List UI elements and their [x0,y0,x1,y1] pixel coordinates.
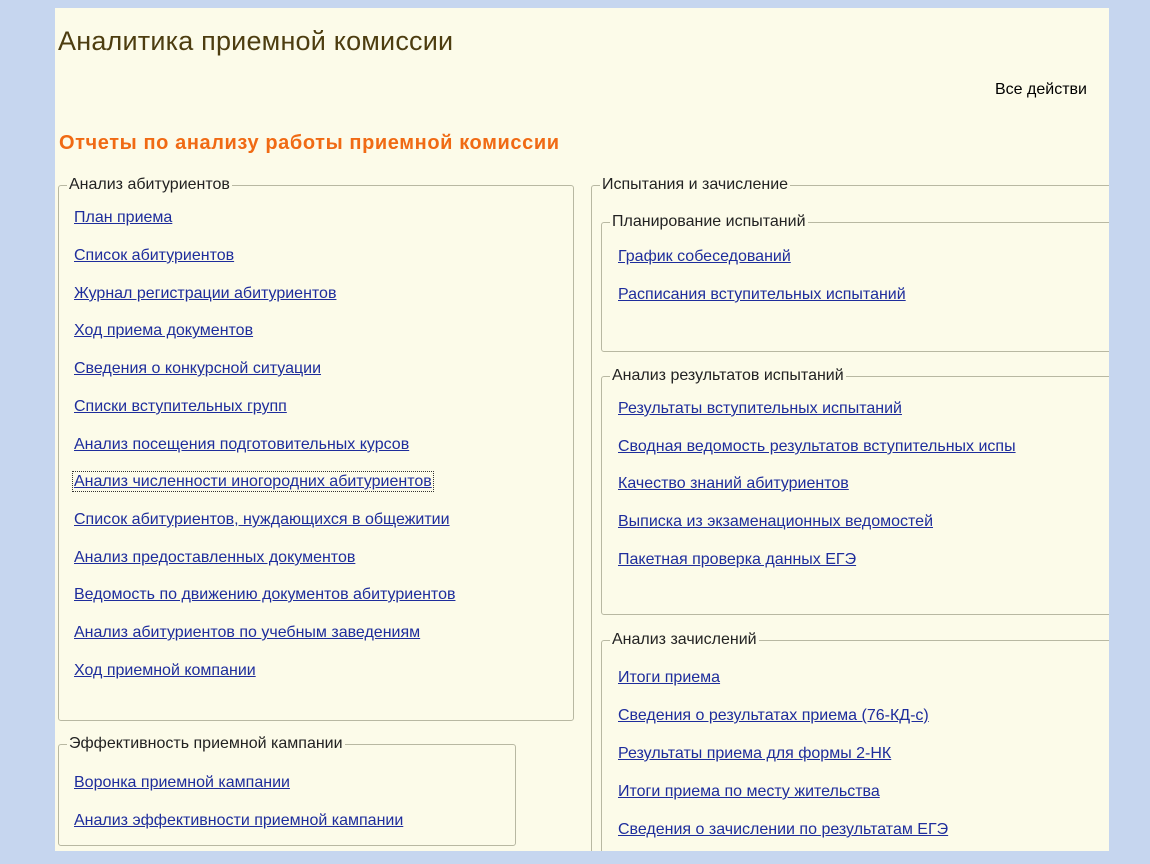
group-title: Анализ зачислений [610,631,759,649]
link-campaign-progress[interactable]: Ход приемной компании [74,662,256,679]
report-panel: Аналитика приемной комиссии Все действи … [55,8,1109,851]
link-dormitory[interactable]: Список абитуриентов, нуждающихся в общеж… [74,511,450,528]
link-efficiency-analysis[interactable]: Анализ эффективности приемной кампании [74,812,403,829]
link-prep-courses[interactable]: Анализ посещения подготовительных курсов [74,436,409,453]
link-exam-schedule[interactable]: Расписания вступительных испытаний [618,286,906,303]
group-exam-planning: Планирование испытаний График собеседова… [601,213,1109,352]
link-documents-provided[interactable]: Анализ предоставленных документов [74,549,355,566]
group-exams: Испытания и зачисление Планирование испы… [591,176,1109,851]
group-title: Анализ результатов испытаний [610,367,846,385]
group-title: Анализ абитуриентов [67,176,232,194]
link-ege-batch-check[interactable]: Пакетная проверка данных ЕГЭ [618,551,856,568]
link-by-residence[interactable]: Итоги приема по месту жительства [618,783,880,800]
link-out-of-town[interactable]: Анализ численности иногородних абитуриен… [72,471,434,492]
link-document-movement[interactable]: Ведомость по движению документов абитури… [74,586,455,603]
link-funnel[interactable]: Воронка приемной кампании [74,774,290,791]
group-efficiency: Эффективность приемной кампании Воронка … [58,735,516,846]
link-summary-sheet[interactable]: Сводная ведомость результатов вступитель… [618,438,1016,455]
link-admission-totals[interactable]: Итоги приема [618,669,720,686]
link-knowledge-quality[interactable]: Качество знаний абитуриентов [618,475,849,492]
group-title: Испытания и зачисление [600,176,791,194]
link-ege-enrollment[interactable]: Сведения о зачислении по результатам ЕГЭ [618,821,948,838]
all-actions-menu[interactable]: Все действи [995,81,1087,99]
link-registration-journal[interactable]: Журнал регистрации абитуриентов [74,285,336,302]
link-exam-extract[interactable]: Выписка из экзаменационных ведомостей [618,513,933,530]
link-admission-plan[interactable]: План приема [74,209,172,226]
section-title: Отчеты по анализу работы приемной комисс… [59,132,560,154]
page-title: Аналитика приемной комиссии [58,26,454,56]
link-by-institution[interactable]: Анализ абитуриентов по учебным заведения… [74,624,420,641]
link-document-intake[interactable]: Ход приема документов [74,322,253,339]
group-title: Планирование испытаний [610,213,808,231]
group-exam-results: Анализ результатов испытаний Результаты … [601,367,1109,615]
link-exam-results[interactable]: Результаты вступительных испытаний [618,400,902,417]
link-interview-schedule[interactable]: График собеседований [618,248,791,265]
group-title: Эффективность приемной кампании [67,735,345,753]
group-enrollment: Анализ зачислений Итоги приема Сведения … [601,631,1109,851]
link-entrance-groups[interactable]: Списки вступительных групп [74,398,287,415]
group-applicants: Анализ абитуриентов План приема Список а… [58,176,574,721]
link-applicant-list[interactable]: Список абитуриентов [74,247,234,264]
link-76-kd-s[interactable]: Сведения о результатах приема (76-КД-с) [618,707,929,724]
link-form-2-nk[interactable]: Результаты приема для формы 2-НК [618,745,891,762]
link-competition-info[interactable]: Сведения о конкурсной ситуации [74,360,321,377]
